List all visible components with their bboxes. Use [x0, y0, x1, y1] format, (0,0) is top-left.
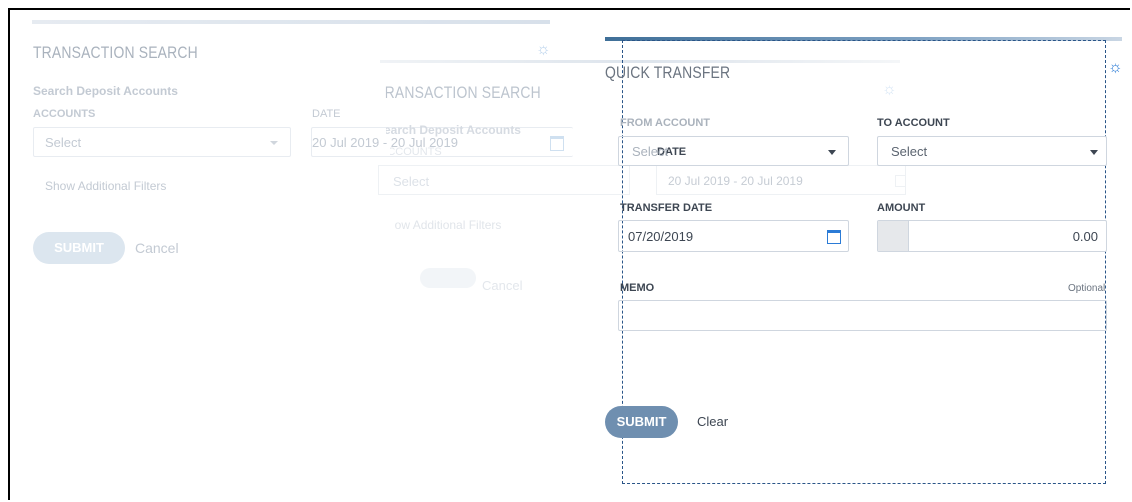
from-account-value: Select	[632, 144, 669, 159]
accounts-select[interactable]: Select	[33, 127, 291, 157]
amount-input[interactable]: 0.00	[877, 220, 1107, 252]
left-submit-button[interactable]: SUBMIT	[33, 232, 125, 264]
amount-currency-addon	[878, 221, 909, 251]
from-account-label: FROM ACCOUNT	[620, 117, 711, 129]
top-rule-left	[32, 20, 550, 24]
left-panel-title: TRANSACTION SEARCH	[33, 43, 198, 62]
ghost-show-filters: Show Additional Filters	[380, 218, 502, 232]
gear-icon[interactable]: ☼	[536, 42, 551, 58]
transfer-date-label: TRANSFER DATE	[620, 202, 713, 214]
from-account-select[interactable]: Select	[618, 136, 849, 166]
transfer-date-value: 07/20/2019	[628, 229, 694, 244]
gear-icon[interactable]: ☼	[882, 82, 897, 98]
memo-optional-hint: Optional	[1068, 283, 1106, 294]
memo-label: MEMO	[620, 282, 655, 294]
gear-icon[interactable]: ☼	[1108, 60, 1123, 76]
ghost-panel-subtitle: Search Deposit Accounts	[376, 123, 521, 137]
accounts-label: ACCOUNTS	[33, 108, 96, 120]
ghost-accounts-select: Select	[378, 165, 630, 195]
show-additional-filters-link[interactable]: Show Additional Filters	[45, 179, 166, 193]
memo-input[interactable]	[618, 300, 1107, 331]
calendar-icon[interactable]	[550, 136, 564, 151]
ghost-cancel: Cancel	[482, 278, 523, 293]
accounts-select-value: Select	[45, 135, 82, 150]
submit-button[interactable]: SUBMIT	[605, 406, 678, 438]
to-account-label: TO ACCOUNT	[877, 117, 950, 129]
ghost-panel-title: TRANSACTION SEARCH	[376, 83, 541, 102]
to-account-select[interactable]: Select	[877, 136, 1107, 166]
calendar-icon[interactable]	[827, 230, 841, 244]
chevron-down-icon	[1090, 150, 1098, 155]
left-cancel-button[interactable]: Cancel	[135, 240, 179, 256]
clear-button[interactable]: Clear	[697, 414, 728, 429]
ghost-submit	[420, 268, 476, 288]
transfer-date-input[interactable]: 07/20/2019	[618, 220, 849, 252]
to-account-value: Select	[891, 144, 928, 159]
left-panel-subtitle: Search Deposit Accounts	[33, 84, 178, 98]
amount-label: AMOUNT	[877, 202, 926, 214]
date-label: DATE	[312, 108, 341, 120]
chevron-down-icon	[828, 150, 836, 155]
quick-transfer-title: QUICK TRANSFER	[605, 63, 731, 82]
quick-transfer-selection-outline	[622, 40, 1106, 484]
chevron-down-icon	[270, 141, 278, 145]
amount-value: 0.00	[1072, 229, 1098, 244]
ghost-accounts-value: Select	[393, 174, 430, 189]
